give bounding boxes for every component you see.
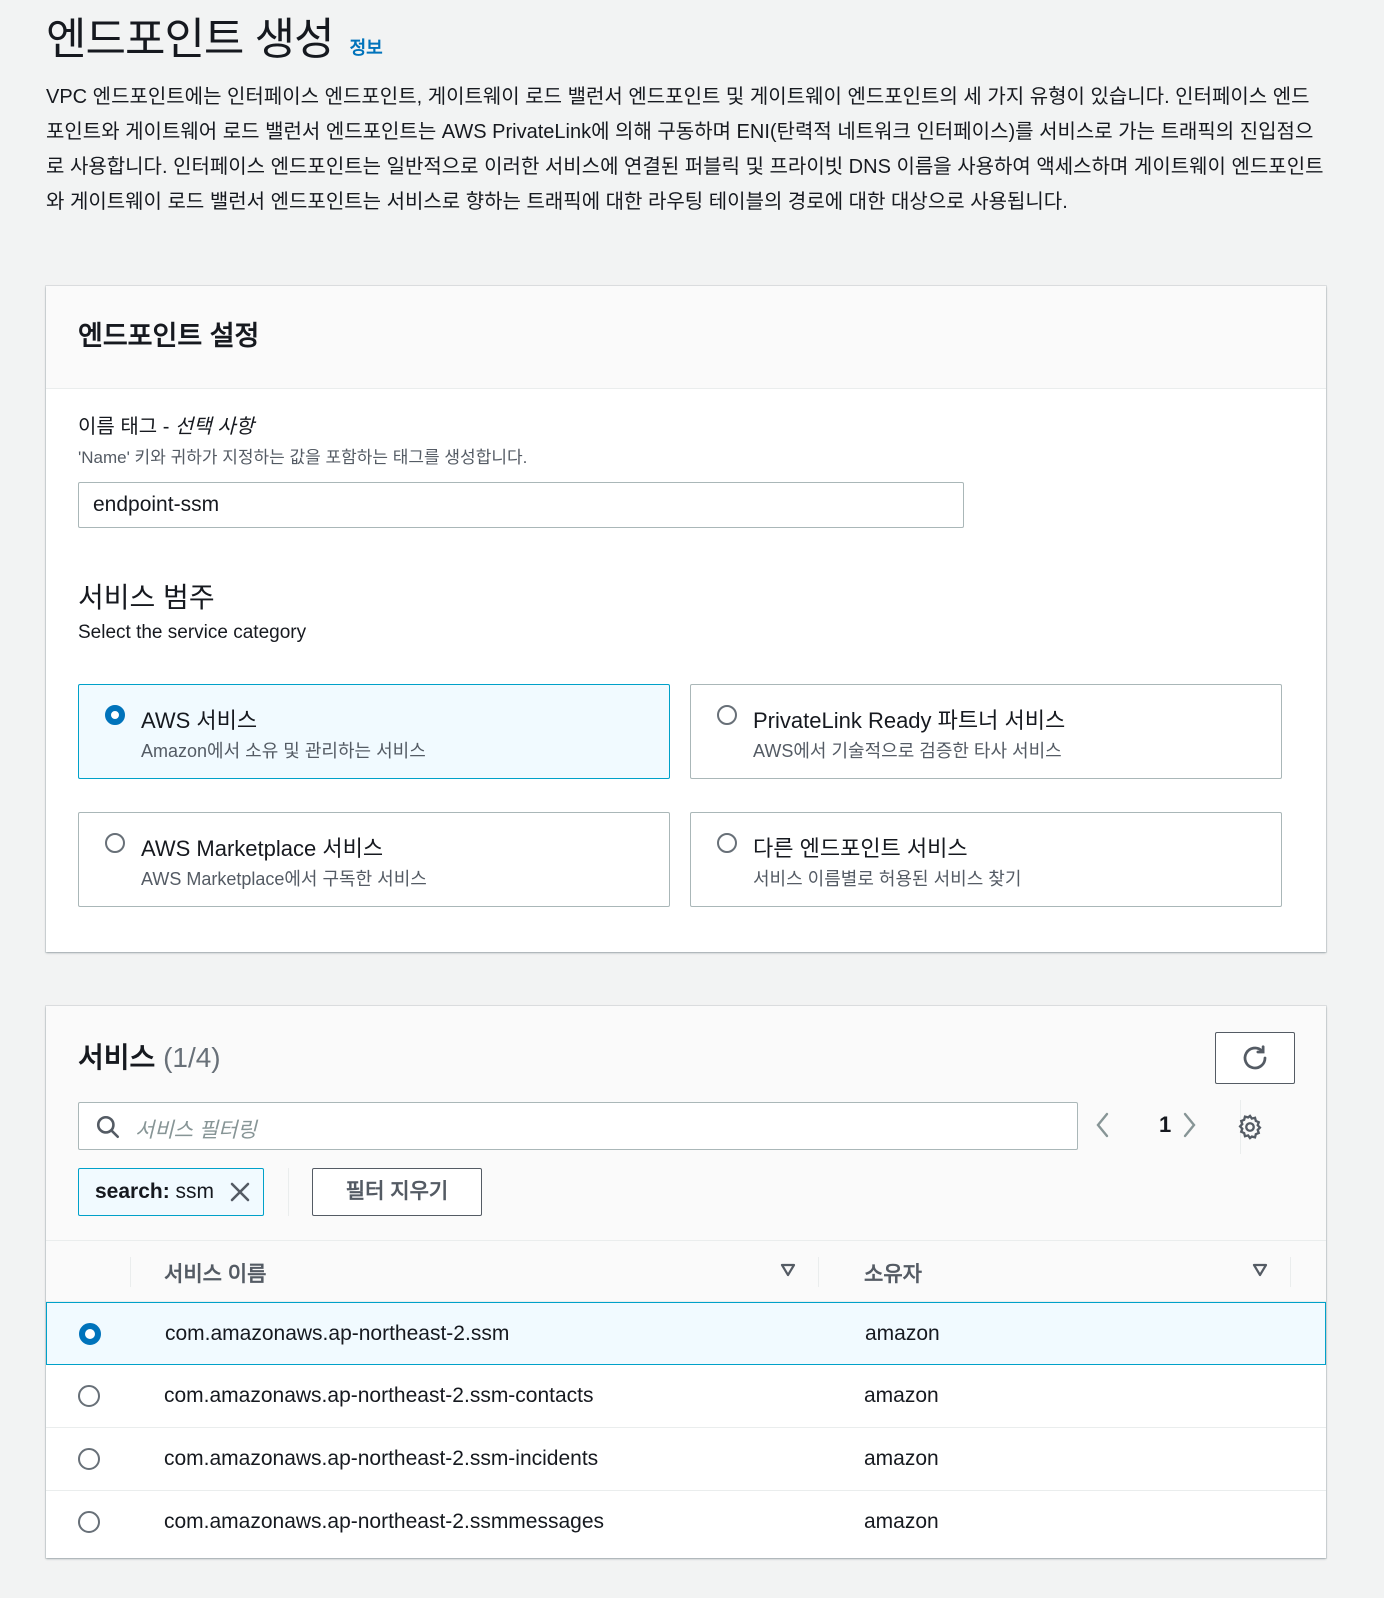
radio-aws-marketplace[interactable] — [105, 833, 125, 853]
row-radio[interactable] — [79, 1323, 101, 1345]
radio-privatelink-partner[interactable] — [717, 705, 737, 725]
name-tag-label-text: 이름 태그 - — [78, 416, 175, 438]
services-title: 서비스 (1/4) — [78, 1036, 221, 1076]
radio-other-endpoint[interactable] — [717, 833, 737, 853]
table-row[interactable]: com.amazonaws.ap-northeast-2.ssm amazon — [46, 1302, 1326, 1365]
clear-filters-button[interactable]: 필터 지우기 — [312, 1168, 482, 1216]
column-owner[interactable]: 소유자 — [864, 1258, 922, 1288]
service-name-cell: com.amazonaws.ap-northeast-2.ssm-inciden… — [164, 1447, 599, 1470]
owner-cell: amazon — [865, 1322, 940, 1345]
tile-aws-services[interactable]: AWS 서비스 Amazon에서 소유 및 관리하는 서비스 — [78, 684, 670, 779]
table-row[interactable]: com.amazonaws.ap-northeast-2.ssm-inciden… — [46, 1428, 1326, 1491]
chevron-left-icon[interactable] — [1092, 1110, 1114, 1140]
column-separator — [1290, 1257, 1291, 1287]
search-placeholder: 서비스 필터링 — [135, 1119, 257, 1142]
row-radio[interactable] — [78, 1448, 100, 1470]
page-title: 엔드포인트 생성 — [46, 15, 335, 64]
title-row: 엔드포인트 생성 정보 — [46, 14, 1326, 66]
endpoint-settings-title: 엔드포인트 설정 — [78, 321, 260, 351]
tile-description: AWS에서 기술적으로 검증한 타사 서비스 — [753, 741, 1062, 761]
tile-other-endpoint[interactable]: 다른 엔드포인트 서비스 서비스 이름별로 허용된 서비스 찾기 — [690, 812, 1282, 907]
chevron-right-icon[interactable] — [1178, 1110, 1200, 1140]
page-description: VPC 엔드포인트에는 인터페이스 엔드포인트, 게이트웨이 로드 밸런서 엔드… — [46, 86, 1324, 213]
row-radio[interactable] — [78, 1385, 100, 1407]
table-header: 서비스 이름 소유자 — [46, 1240, 1326, 1302]
filter-token: search: ssm — [78, 1168, 264, 1216]
page-header: 엔드포인트 생성 정보 VPC 엔드포인트에는 인터페이스 엔드포인트, 게이트… — [46, 14, 1326, 220]
service-name-cell: com.amazonaws.ap-northeast-2.ssmmessages — [164, 1510, 605, 1533]
tile-description: AWS Marketplace에서 구독한 서비스 — [141, 869, 427, 889]
tile-aws-marketplace[interactable]: AWS Marketplace 서비스 AWS Marketplace에서 구독… — [78, 812, 670, 907]
sort-down-icon[interactable] — [780, 1263, 796, 1277]
services-title-text: 서비스 — [78, 1042, 156, 1073]
tile-label: PrivateLink Ready 파트너 서비스 — [753, 708, 1066, 733]
card-header: 엔드포인트 설정 — [46, 286, 1326, 389]
column-separator — [818, 1257, 819, 1287]
refresh-button[interactable] — [1215, 1032, 1295, 1084]
service-name-cell: com.amazonaws.ap-northeast-2.ssm — [165, 1322, 510, 1345]
refresh-icon — [1243, 1045, 1267, 1070]
service-category-description: Select the service category — [78, 622, 307, 643]
close-icon[interactable] — [229, 1181, 251, 1203]
endpoint-settings-card: 엔드포인트 설정 이름 태그 - 선택 사항 'Name' 키와 귀하가 지정하… — [46, 286, 1326, 952]
filter-divider — [288, 1168, 289, 1216]
row-radio[interactable] — [78, 1511, 100, 1533]
tile-label: AWS 서비스 — [141, 708, 258, 733]
token-text: search: ssm — [95, 1180, 214, 1204]
service-category-title: 서비스 범주 — [78, 582, 215, 613]
services-card: 서비스 (1/4) 서비스 필터링 1 search: ssm 필터 지우기 서… — [46, 1006, 1326, 1558]
search-icon — [96, 1115, 120, 1139]
column-service-name[interactable]: 서비스 이름 — [164, 1258, 266, 1288]
info-link[interactable]: 정보 — [350, 34, 383, 60]
column-separator — [130, 1257, 131, 1287]
tile-description: 서비스 이름별로 허용된 서비스 찾기 — [753, 869, 1022, 889]
service-name-cell: com.amazonaws.ap-northeast-2.ssm-contact… — [164, 1384, 594, 1407]
tile-label: 다른 엔드포인트 서비스 — [753, 836, 968, 861]
tile-privatelink-partner[interactable]: PrivateLink Ready 파트너 서비스 AWS에서 기술적으로 검증… — [690, 684, 1282, 779]
owner-cell: amazon — [864, 1447, 939, 1470]
page-number[interactable]: 1 — [1159, 1112, 1171, 1138]
tile-label: AWS Marketplace 서비스 — [141, 836, 384, 861]
services-header: 서비스 (1/4) 서비스 필터링 1 search: ssm 필터 지우기 — [46, 1006, 1326, 1240]
gear-icon[interactable] — [1236, 1113, 1264, 1141]
owner-cell: amazon — [864, 1510, 939, 1533]
name-tag-label: 이름 태그 - 선택 사항 — [78, 410, 254, 439]
sort-down-icon[interactable] — [1252, 1263, 1268, 1277]
table-row[interactable]: com.amazonaws.ap-northeast-2.ssmmessages… — [46, 1491, 1326, 1554]
search-input[interactable]: 서비스 필터링 — [78, 1102, 1078, 1150]
name-tag-optional: 선택 사항 — [174, 416, 255, 438]
token-key: search: — [95, 1180, 170, 1203]
tile-description: Amazon에서 소유 및 관리하는 서비스 — [141, 741, 426, 761]
name-tag-description: 'Name' 키와 귀하가 지정하는 값을 포함하는 태그를 생성합니다. — [78, 448, 528, 467]
radio-aws-services[interactable] — [105, 705, 125, 725]
name-tag-input[interactable] — [78, 482, 964, 528]
token-value: ssm — [169, 1180, 215, 1203]
services-count: (1/4) — [163, 1042, 221, 1073]
table-row[interactable]: com.amazonaws.ap-northeast-2.ssm-contact… — [46, 1365, 1326, 1428]
owner-cell: amazon — [864, 1384, 939, 1407]
